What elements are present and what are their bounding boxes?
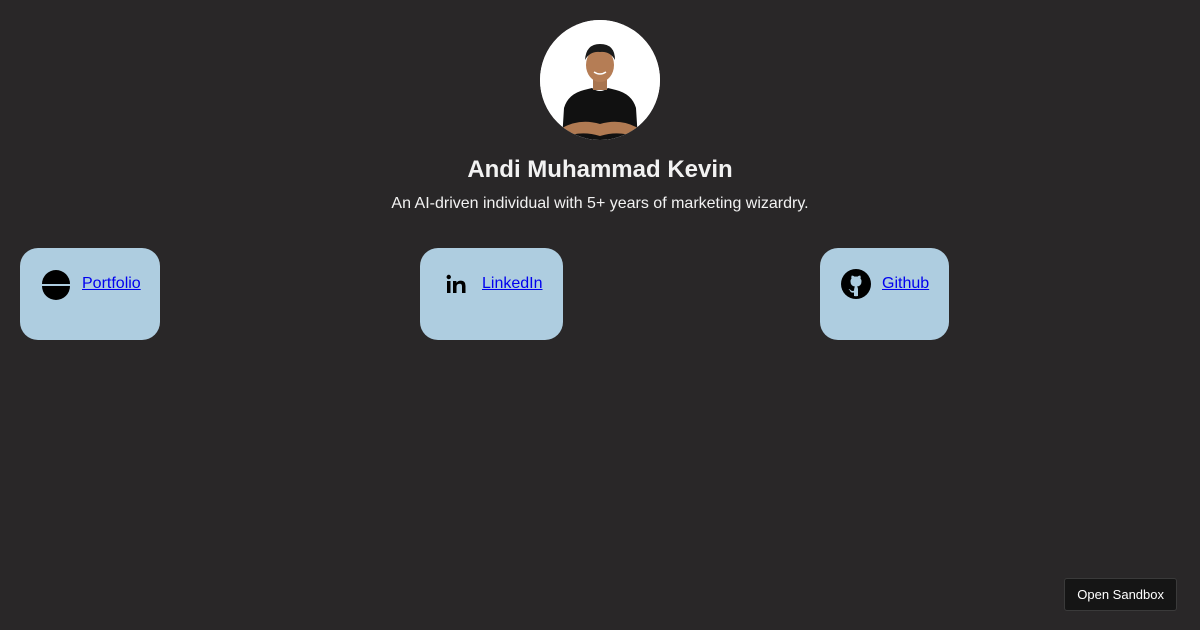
open-sandbox-button[interactable]: Open Sandbox bbox=[1064, 578, 1177, 611]
avatar bbox=[540, 20, 660, 140]
portfolio-link[interactable]: Portfolio bbox=[82, 268, 141, 300]
avatar-photo bbox=[540, 20, 660, 140]
linkedin-icon bbox=[440, 268, 472, 300]
briefcase-icon bbox=[40, 268, 72, 300]
portfolio-card: Portfolio bbox=[20, 248, 160, 340]
profile-tagline: An AI-driven individual with 5+ years of… bbox=[391, 195, 809, 212]
profile-name: Andi Muhammad Kevin bbox=[467, 156, 733, 183]
github-card: Github bbox=[820, 248, 949, 340]
linkedin-card: LinkedIn bbox=[420, 248, 563, 340]
github-link[interactable]: Github bbox=[882, 268, 929, 300]
linkedin-link[interactable]: LinkedIn bbox=[482, 268, 543, 300]
github-icon bbox=[840, 268, 872, 300]
profile-page: Andi Muhammad Kevin An AI-driven individ… bbox=[0, 0, 1200, 630]
